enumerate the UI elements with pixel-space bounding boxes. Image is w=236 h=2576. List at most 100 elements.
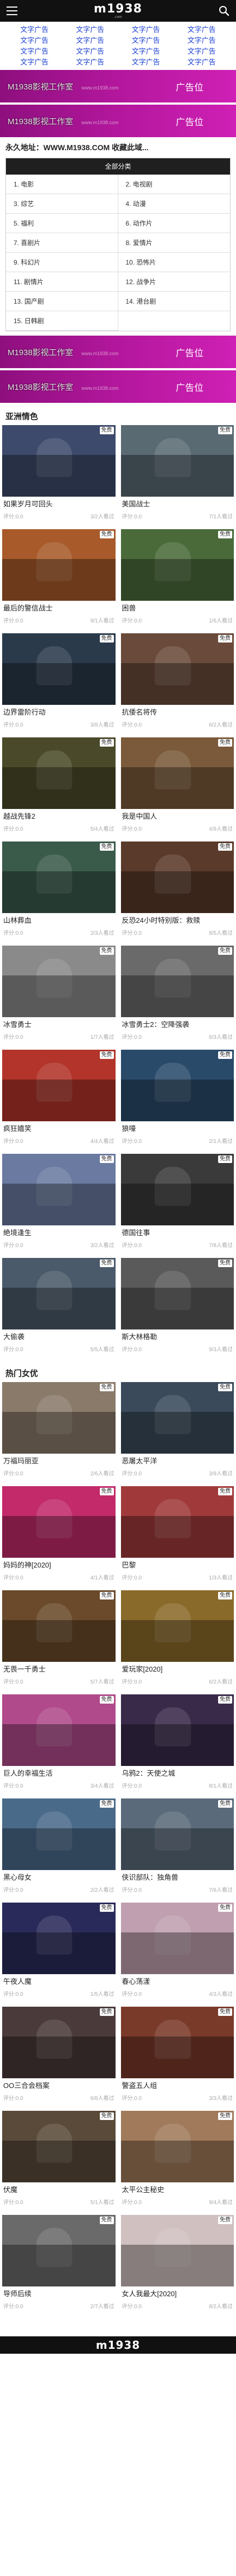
menu-icon[interactable]	[7, 7, 17, 15]
movie-card[interactable]: 免费 午夜人魔 评分:0.0 1/5人看过	[2, 1903, 116, 2007]
movie-poster[interactable]: 免费	[2, 1050, 116, 1121]
text-ad-link[interactable]: 文字广告	[118, 57, 174, 67]
movie-title[interactable]: 侠识部队：独角兽	[121, 1870, 234, 1885]
movie-poster[interactable]: 免费	[2, 1590, 116, 1662]
movie-card[interactable]: 免费 OO三合会档案 评分:0.0 6/8人看过	[2, 2007, 116, 2111]
movie-poster[interactable]: 免费	[2, 529, 116, 601]
movie-title[interactable]: 德国往事	[121, 1225, 234, 1241]
text-ad-link[interactable]: 文字广告	[7, 47, 62, 56]
movie-title[interactable]: 黑心母女	[2, 1870, 116, 1885]
site-logo[interactable]: m1938 .com	[94, 3, 142, 19]
movie-card[interactable]: 免费 山林葬血 评分:0.0 2/3人看过	[2, 841, 116, 946]
movie-poster[interactable]: 免费	[2, 1798, 116, 1870]
movie-title[interactable]: 巴黎	[121, 1558, 234, 1573]
movie-card[interactable]: 免费 抗倭名将传 评分:0.0 6/2人看过	[120, 633, 234, 737]
movie-title[interactable]: 狼嚎	[121, 1121, 234, 1136]
movie-title[interactable]: 爱玩家[2020]	[121, 1662, 234, 1677]
movie-title[interactable]: 无畏一千勇士	[2, 1662, 116, 1677]
movie-poster[interactable]: 免费	[120, 2007, 234, 2078]
movie-card[interactable]: 免费 伏魔 评分:0.0 5/1人看过	[2, 2111, 116, 2215]
category-item[interactable]: 12. 战争片	[118, 272, 230, 292]
movie-title[interactable]: 妈妈的神[2020]	[2, 1558, 116, 1573]
movie-title[interactable]: 警盗五人组	[121, 2078, 234, 2093]
movie-title[interactable]: 美国战士	[121, 497, 234, 512]
movie-poster[interactable]: 免费	[120, 1694, 234, 1766]
movie-card[interactable]: 免费 德国往事 评分:0.0 7/8人看过	[120, 1154, 234, 1258]
category-item[interactable]: 14. 港台剧	[118, 292, 230, 311]
text-ad-link[interactable]: 文字广告	[174, 47, 229, 56]
movie-poster[interactable]: 免费	[2, 2111, 116, 2182]
movie-poster[interactable]: 免费	[120, 529, 234, 601]
movie-card[interactable]: 免费 警盗五人组 评分:0.0 3/3人看过	[120, 2007, 234, 2111]
text-ad-link[interactable]: 文字广告	[62, 57, 118, 67]
movie-title[interactable]: 万福玛丽亚	[2, 1454, 116, 1469]
movie-title[interactable]: 太平公主秘史	[121, 2182, 234, 2198]
movie-poster[interactable]: 免费	[2, 1154, 116, 1225]
movie-card[interactable]: 免费 如果岁月可回头 评分:0.0 3/2人看过	[2, 425, 116, 529]
footer-logo[interactable]: m1938	[96, 2339, 141, 2352]
category-item[interactable]: 8. 爱情片	[118, 233, 230, 253]
movie-card[interactable]: 免费 困兽 评分:0.0 1/6人看过	[120, 529, 234, 633]
movie-title[interactable]: 春心荡漾	[121, 1974, 234, 1989]
movie-card[interactable]: 免费 疯狂嬉笑 评分:0.0 4/4人看过	[2, 1050, 116, 1154]
movie-poster[interactable]: 免费	[2, 1694, 116, 1766]
movie-title[interactable]: 我是中国人	[121, 809, 234, 824]
movie-poster[interactable]: 免费	[120, 1903, 234, 1974]
movie-card[interactable]: 免费 巨人的幸福生活 评分:0.0 3/4人看过	[2, 1694, 116, 1798]
category-item[interactable]: 4. 动漫	[118, 194, 230, 214]
movie-card[interactable]: 免费 狼嚎 评分:0.0 2/1人看过	[120, 1050, 234, 1154]
movie-card[interactable]: 免费 无畏一千勇士 评分:0.0 5/7人看过	[2, 1590, 116, 1694]
movie-card[interactable]: 免费 越战先锋2 评分:0.0 5/4人看过	[2, 737, 116, 841]
movie-poster[interactable]: 免费	[2, 1382, 116, 1454]
movie-card[interactable]: 免费 恶屠太平洋 评分:0.0 3/9人看过	[120, 1382, 234, 1486]
category-item[interactable]: 11. 剧情片	[6, 272, 118, 292]
text-ad-link[interactable]: 文字广告	[174, 36, 229, 45]
text-ad-link[interactable]: 文字广告	[118, 47, 174, 56]
category-item[interactable]: 7. 喜剧片	[6, 233, 118, 253]
movie-title[interactable]: 边界雷阶行动	[2, 705, 116, 720]
movie-poster[interactable]: 免费	[2, 1903, 116, 1974]
movie-title[interactable]: 冰雪勇士2：空降强袭	[121, 1017, 234, 1032]
category-item[interactable]: 1. 电影	[6, 175, 118, 194]
movie-poster[interactable]: 免费	[2, 2215, 116, 2286]
movie-poster[interactable]: 免费	[2, 946, 116, 1017]
movie-title[interactable]: 巨人的幸福生活	[2, 1766, 116, 1781]
movie-title[interactable]: 冰雪勇士	[2, 1017, 116, 1032]
ad-banner[interactable]: M1938影视工作室 www.m1938.com 广告位	[0, 370, 236, 403]
movie-title[interactable]: 斯大林格勒	[121, 1329, 234, 1345]
movie-poster[interactable]: 免费	[120, 1050, 234, 1121]
movie-card[interactable]: 免费 侠识部队：独角兽 评分:0.0 7/6人看过	[120, 1798, 234, 1903]
movie-poster[interactable]: 免费	[120, 2111, 234, 2182]
movie-card[interactable]: 免费 冰雪勇士 评分:0.0 1/7人看过	[2, 946, 116, 1050]
movie-poster[interactable]: 免费	[2, 1486, 116, 1558]
movie-poster[interactable]: 免费	[2, 737, 116, 809]
ad-banner[interactable]: M1938影视工作室 www.m1938.com 广告位	[0, 336, 236, 368]
movie-card[interactable]: 免费 反恐24小时特别版：救赎 评分:0.0 8/5人看过	[120, 841, 234, 946]
movie-title[interactable]: 最后的警信战士	[2, 601, 116, 616]
movie-poster[interactable]: 免费	[2, 841, 116, 913]
movie-card[interactable]: 免费 最后的警信战士 评分:0.0 9/1人看过	[2, 529, 116, 633]
category-item[interactable]: 10. 恐怖片	[118, 253, 230, 272]
movie-card[interactable]: 免费 絶境逢生 评分:0.0 3/2人看过	[2, 1154, 116, 1258]
movie-title[interactable]: 抗倭名将传	[121, 705, 234, 720]
movie-title[interactable]: 困兽	[121, 601, 234, 616]
movie-card[interactable]: 免费 美国战士 评分:0.0 7/1人看过	[120, 425, 234, 529]
movie-poster[interactable]: 免费	[120, 1382, 234, 1454]
movie-card[interactable]: 免费 我是中国人 评分:0.0 4/9人看过	[120, 737, 234, 841]
movie-card[interactable]: 免费 斯大林格勒 评分:0.0 9/3人看过	[120, 1258, 234, 1362]
text-ad-link[interactable]: 文字广告	[174, 57, 229, 67]
movie-title[interactable]: 絶境逢生	[2, 1225, 116, 1241]
movie-poster[interactable]: 免费	[120, 1798, 234, 1870]
movie-title[interactable]: 导师后续	[2, 2286, 116, 2302]
movie-poster[interactable]: 免费	[120, 425, 234, 497]
text-ad-link[interactable]: 文字广告	[7, 36, 62, 45]
text-ad-link[interactable]: 文字广告	[62, 36, 118, 45]
movie-poster[interactable]: 免费	[120, 2215, 234, 2286]
ad-banner[interactable]: M1938影视工作室 www.m1938.com 广告位	[0, 105, 236, 137]
movie-card[interactable]: 免费 黑心母女 评分:0.0 2/2人看过	[2, 1798, 116, 1903]
movie-poster[interactable]: 免费	[120, 1590, 234, 1662]
category-item[interactable]: 3. 综艺	[6, 194, 118, 214]
movie-title[interactable]: 反恐24小时特别版：救赎	[121, 913, 234, 928]
movie-card[interactable]: 免费 爱玩家[2020] 评分:0.0 6/2人看过	[120, 1590, 234, 1694]
movie-title[interactable]: 恶屠太平洋	[121, 1454, 234, 1469]
